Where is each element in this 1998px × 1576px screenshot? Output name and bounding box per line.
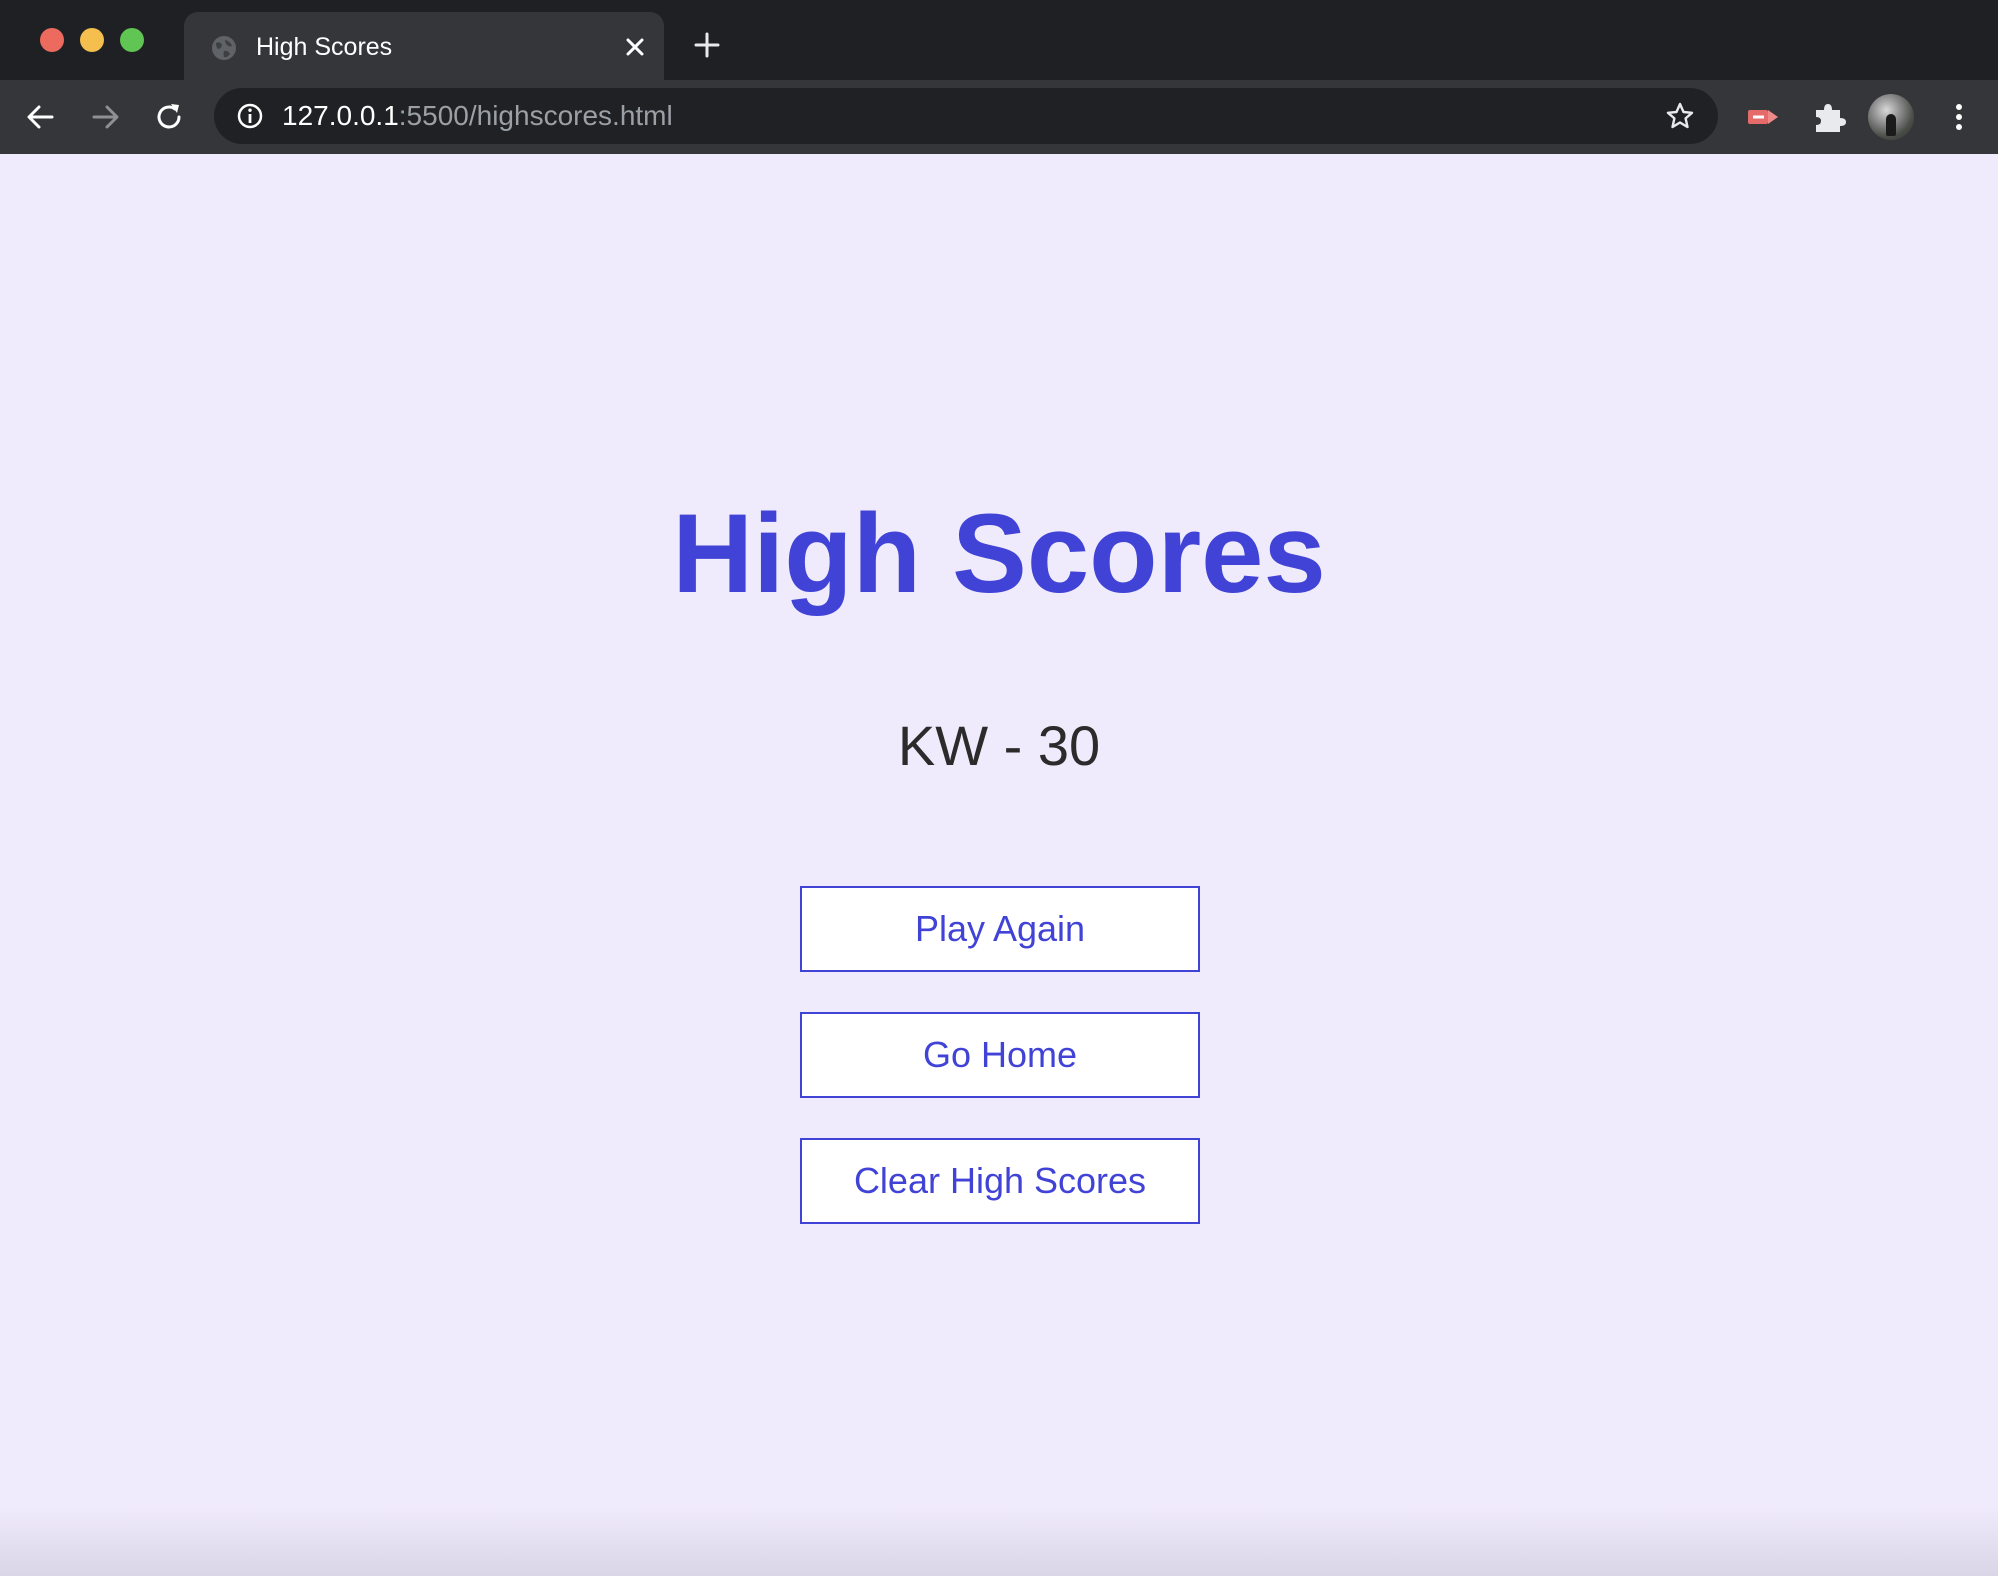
tab-title: High Scores bbox=[256, 33, 393, 61]
reload-icon[interactable] bbox=[150, 98, 188, 136]
tab-high-scores[interactable]: High Scores bbox=[184, 12, 664, 80]
window-minimize-button[interactable] bbox=[80, 28, 104, 52]
address-bar[interactable]: 127.0.0.1:5500/highscores.html bbox=[214, 88, 1718, 144]
plus-icon[interactable] bbox=[692, 30, 722, 60]
browser-window: High Scores 127.0.0.1:5500/highscores.ht… bbox=[0, 0, 1998, 1576]
arrow-left-icon[interactable] bbox=[22, 98, 60, 136]
info-icon[interactable] bbox=[236, 102, 264, 130]
play-again-button[interactable]: Play Again bbox=[800, 886, 1200, 972]
window-close-button[interactable] bbox=[40, 28, 64, 52]
browser-toolbar: 127.0.0.1:5500/highscores.html bbox=[0, 80, 1998, 154]
clear-high-scores-button[interactable]: Clear High Scores bbox=[800, 1138, 1200, 1224]
arrow-right-icon[interactable] bbox=[86, 98, 124, 136]
page-viewport: High Scores KW - 30 Play Again Go Home C… bbox=[0, 154, 1998, 1576]
high-score-list: KW - 30 bbox=[0, 704, 1998, 788]
url-host: 127.0.0.1 bbox=[282, 100, 399, 131]
page-title: High Scores bbox=[672, 491, 1326, 616]
window-zoom-button[interactable] bbox=[120, 28, 144, 52]
profile-avatar[interactable] bbox=[1868, 94, 1914, 140]
star-icon[interactable] bbox=[1664, 100, 1696, 132]
url-text: 127.0.0.1:5500/highscores.html bbox=[282, 100, 673, 132]
close-icon[interactable] bbox=[620, 32, 650, 62]
puzzle-icon[interactable] bbox=[1810, 98, 1848, 136]
red-extension-icon[interactable] bbox=[1744, 98, 1782, 136]
globe-icon bbox=[212, 36, 236, 60]
url-path: :5500/highscores.html bbox=[398, 100, 673, 131]
kebab-menu-icon[interactable] bbox=[1940, 98, 1978, 136]
high-score-entry: KW - 30 bbox=[897, 714, 1101, 777]
tab-strip: High Scores bbox=[0, 0, 1998, 80]
avatar-figure bbox=[1886, 114, 1896, 136]
go-home-button[interactable]: Go Home bbox=[800, 1012, 1200, 1098]
